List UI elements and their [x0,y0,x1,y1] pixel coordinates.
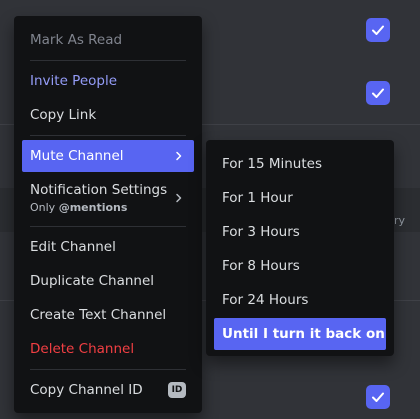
mute-option-1-hour[interactable]: For 1 Hour [214,182,386,214]
menu-separator [30,226,186,227]
menu-item-mute-channel[interactable]: Mute Channel [22,140,194,172]
checkmark-icon [372,25,384,35]
menu-item-label: Delete Channel [30,341,135,357]
menu-item-label: Invite People [30,73,118,89]
menu-item-label: Duplicate Channel [30,273,155,289]
option-label: For 8 Hours [222,258,300,274]
mute-option-8-hours[interactable]: For 8 Hours [214,250,386,282]
mute-duration-submenu: For 15 Minutes For 1 Hour For 3 Hours Fo… [206,140,394,356]
channel-context-menu: Mark As Read Invite People Copy Link Mut… [14,16,202,413]
checkbox-checked[interactable] [366,385,390,409]
menu-item-label: Copy Channel ID [30,382,143,398]
notification-setting-value: Only @mentions [30,201,128,214]
mute-option-3-hours[interactable]: For 3 Hours [214,216,386,248]
chevron-right-icon [172,191,186,205]
checkmark-icon [372,88,384,98]
menu-item-notification-settings[interactable]: Notification Settings Only @mentions [22,176,194,220]
option-label: Until I turn it back on [222,326,385,342]
menu-item-label: Mark As Read [30,32,123,48]
mute-option-24-hours[interactable]: For 24 Hours [214,284,386,316]
menu-item-edit-channel[interactable]: Edit Channel [22,231,194,263]
menu-separator [30,135,186,136]
menu-item-create-text-channel[interactable]: Create Text Channel [22,299,194,331]
chevron-right-icon [172,149,186,163]
menu-item-label: Create Text Channel [30,307,167,323]
option-label: For 3 Hours [222,224,300,240]
menu-item-delete-channel[interactable]: Delete Channel [22,333,194,365]
menu-item-label: Mute Channel [30,148,124,164]
menu-item-mark-as-read[interactable]: Mark As Read [22,24,194,56]
menu-item-copy-link[interactable]: Copy Link [22,99,194,131]
menu-separator [30,60,186,61]
menu-item-label: Copy Link [30,107,97,123]
checkmark-icon [372,392,384,402]
mute-option-15-minutes[interactable]: For 15 Minutes [214,148,386,180]
menu-item-duplicate-channel[interactable]: Duplicate Channel [22,265,194,297]
mute-option-until-turned-back-on[interactable]: Until I turn it back on [214,318,386,350]
checkbox-checked[interactable] [366,18,390,42]
option-label: For 15 Minutes [222,156,322,172]
option-label: For 1 Hour [222,190,293,206]
option-label: For 24 Hours [222,292,309,308]
menu-item-invite-people[interactable]: Invite People [22,65,194,97]
menu-item-copy-channel-id[interactable]: Copy Channel ID ID [22,374,194,406]
menu-item-label: Edit Channel [30,239,116,255]
menu-separator [30,369,186,370]
checkbox-checked[interactable] [366,81,390,105]
menu-item-label: Notification Settings [30,182,168,198]
id-icon: ID [168,382,186,398]
background-text-fragment: ry [394,214,406,227]
